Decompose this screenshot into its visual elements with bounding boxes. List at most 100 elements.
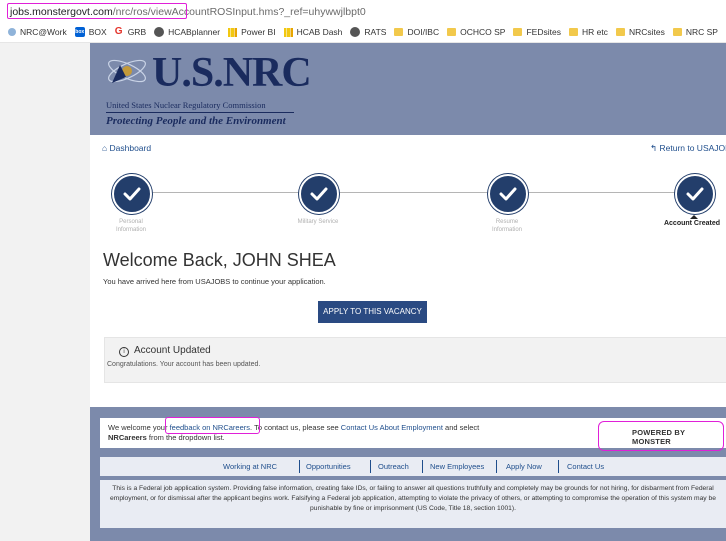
footer-link-contact-us[interactable]: Contact Us	[567, 462, 604, 471]
nrc-seal-icon	[108, 59, 146, 83]
bookmark-label: HCABplanner	[168, 27, 221, 37]
url-highlight-annotation	[7, 3, 187, 19]
powerbi-icon	[228, 27, 238, 37]
footer-link-opportunities[interactable]: Opportunities	[306, 462, 351, 471]
panel-title-text: Account Updated	[134, 345, 211, 356]
bookmark-hr-etc[interactable]: HR etc	[568, 27, 608, 37]
bookmark-nrc-sp[interactable]: NRC SP	[672, 27, 718, 37]
bookmark-label: HR etc	[581, 27, 608, 37]
bookmark-label: DOI/IBC	[407, 27, 440, 37]
check-icon	[123, 187, 141, 201]
step-label-resume: Resume Information	[472, 218, 542, 234]
logo-divider	[106, 112, 294, 113]
grb-icon: G	[114, 26, 124, 37]
feedback-end: from the dropdown list.	[146, 433, 225, 442]
bookmark-doi-ibc[interactable]: DOI/IBC	[394, 27, 439, 37]
bookmark-label: FEDsites	[526, 27, 561, 37]
step-label-line: Personal	[119, 219, 143, 225]
feedback-suffix: and select	[442, 423, 480, 432]
page-background: U.S.NRC United States Nuclear Regulatory…	[0, 43, 726, 541]
bookmark-label: RATS	[364, 27, 387, 37]
step-label-line: Military Service	[297, 219, 339, 225]
dashboard-label: Dashboard	[109, 143, 152, 153]
nrc-icon	[8, 28, 16, 36]
panel-message: Congratulations. Your account has been u…	[107, 361, 261, 368]
step-label-line: Information	[115, 227, 146, 233]
bookmark-label: GRB	[127, 27, 147, 37]
step-resume-information	[488, 174, 528, 214]
footer-separator	[558, 460, 559, 473]
bookmark-ochco-sp[interactable]: OCHCO SP	[447, 27, 505, 37]
footer-link-new-employees[interactable]: New Employees	[430, 462, 484, 471]
progress-line	[134, 192, 708, 193]
content-column: U.S.NRC United States Nuclear Regulatory…	[90, 43, 726, 541]
bookmark-box[interactable]: box BOX	[74, 27, 107, 37]
footer-separator	[496, 460, 497, 473]
globe-icon	[154, 27, 165, 37]
folder-icon	[447, 28, 457, 36]
home-icon: ⌂	[102, 143, 110, 153]
footer-separator	[422, 460, 423, 473]
feedback-mid: . To contact us, please see	[250, 423, 341, 432]
folder-icon	[513, 28, 523, 36]
bookmarks-bar: NRC@Work box BOX G GRB HCABplanner Power B…	[0, 22, 726, 43]
bookmark-fedsites[interactable]: FEDsites	[513, 27, 561, 37]
bookmark-label: NRCsites	[628, 27, 665, 37]
logo-tagline: Protecting People and the Environment	[106, 115, 286, 127]
folder-icon	[615, 28, 625, 36]
folder-icon	[568, 28, 578, 36]
footer-link-working-at-nrc[interactable]: Working at NRC	[223, 462, 277, 471]
current-step-caret	[690, 215, 698, 219]
bookmark-label: Power BI	[241, 27, 276, 37]
step-label-line: Account Created	[663, 220, 720, 227]
step-label-line: Information	[491, 227, 522, 233]
footer-link-outreach[interactable]: Outreach	[378, 462, 409, 471]
contact-employment-link[interactable]: Contact Us About Employment	[341, 423, 443, 432]
bookmark-nrc-work[interactable]: NRC@Work	[8, 27, 67, 37]
box-icon: box	[74, 27, 85, 37]
account-updated-panel: i Account Updated Congratulations. Your a…	[104, 337, 726, 383]
step-military-service	[299, 174, 339, 214]
step-personal-information	[112, 174, 152, 214]
check-icon	[686, 187, 704, 201]
logo-subtitle: United States Nuclear Regulatory Commiss…	[106, 100, 266, 110]
globe-icon	[350, 27, 361, 37]
bookmark-label: NRC SP	[685, 27, 718, 37]
check-icon	[310, 187, 328, 201]
nrc-banner: U.S.NRC United States Nuclear Regulatory…	[90, 43, 726, 135]
bookmark-grb[interactable]: G GRB	[114, 26, 147, 37]
return-to-usajobs-link[interactable]: ↰ Return to USAJOBS	[650, 143, 726, 154]
check-icon	[499, 187, 517, 201]
bookmark-nrcsites[interactable]: NRCsites	[615, 27, 665, 37]
disclaimer: This is a Federal job application system…	[100, 480, 726, 528]
folder-icon	[394, 28, 404, 36]
panel-title: i Account Updated	[119, 345, 211, 357]
step-label-military: Military Service	[283, 218, 353, 226]
step-label-personal: Personal Information	[96, 218, 166, 234]
step-label-account-created: Account Created	[657, 220, 726, 228]
bookmark-powerbi[interactable]: Power BI	[228, 27, 276, 37]
bookmark-label: HCAB Dash	[296, 27, 343, 37]
apply-to-vacancy-button[interactable]: APPLY TO THIS VACANCY	[318, 301, 427, 323]
welcome-heading: Welcome Back, JOHN SHEA	[103, 250, 336, 270]
nrcareers-bold: NRCareers	[108, 433, 147, 442]
footer-link-apply-now[interactable]: Apply Now	[506, 462, 542, 471]
dashboard-link[interactable]: ⌂ Dashboard	[102, 143, 151, 153]
bookmark-hcab-dash[interactable]: HCAB Dash	[283, 27, 343, 37]
arrived-text: You have arrived here from USAJOBS to co…	[103, 277, 326, 286]
return-label: Return to USAJOBS	[659, 143, 726, 153]
footer-links-bar: Working at NRC Opportunities Outreach Ne…	[100, 457, 726, 476]
bookmark-hcabplanner[interactable]: HCABplanner	[154, 27, 220, 37]
footer-separator	[299, 460, 300, 473]
bookmark-label: NRC@Work	[20, 27, 67, 37]
footer-separator	[370, 460, 371, 473]
step-label-line: Resume	[495, 219, 519, 225]
folder-icon	[672, 28, 682, 36]
disclaimer-text: This is a Federal job application system…	[110, 485, 716, 512]
step-account-created	[675, 174, 715, 214]
logo-name: U.S.NRC	[152, 50, 312, 96]
bookmark-label: OCHCO SP	[460, 27, 506, 37]
powered-highlight-annotation	[598, 421, 724, 451]
bookmark-rats[interactable]: RATS	[350, 27, 386, 37]
info-icon: i	[119, 347, 129, 357]
